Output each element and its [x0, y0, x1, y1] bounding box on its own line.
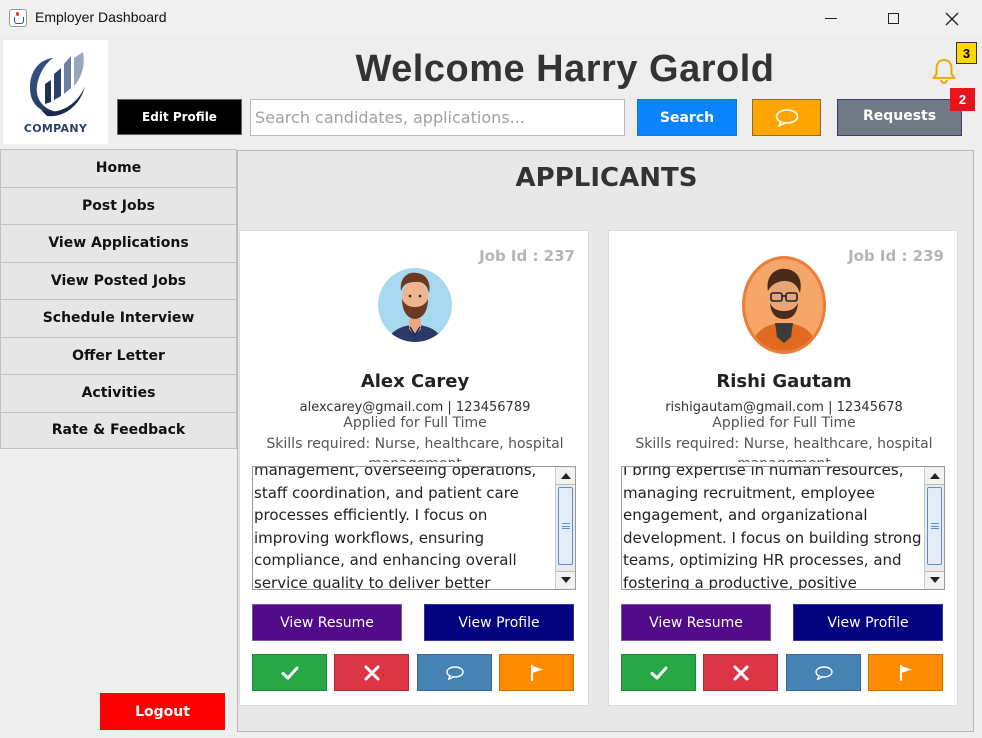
chevron-up-icon — [560, 473, 571, 479]
check-icon — [650, 666, 667, 679]
job-id-label: Job Id : 239 — [848, 247, 944, 265]
sidebar-nav: Home Post Jobs View Applications View Po… — [0, 149, 237, 449]
maximize-icon — [887, 13, 899, 24]
sidebar-item-view-applications[interactable]: View Applications — [0, 224, 237, 262]
flag-button[interactable] — [499, 654, 574, 691]
candidate-contact: alexcarey@gmail.com | 123456789 — [299, 400, 531, 415]
bio-scrollbar[interactable] — [555, 467, 575, 589]
sidebar-item-home[interactable]: Home — [0, 149, 237, 187]
chevron-down-icon — [929, 577, 940, 583]
logo-graphic-icon — [29, 52, 85, 117]
maximize-button[interactable] — [870, 0, 916, 37]
close-icon — [945, 12, 959, 25]
logo-text: COMPANY — [23, 122, 88, 135]
sidebar-item-offer-letter[interactable]: Offer Letter — [0, 336, 237, 374]
candidate-bio: management, overseeing operations, staff… — [254, 466, 537, 590]
bio-scrollbar[interactable] — [924, 467, 944, 589]
search-button[interactable]: Search — [637, 99, 737, 136]
java-cup-icon — [9, 9, 27, 27]
window-titlebar: Employer Dashboard — [0, 0, 982, 37]
flag-icon — [899, 664, 912, 681]
view-profile-button[interactable]: View Profile — [424, 604, 574, 641]
avatar — [378, 268, 452, 342]
logout-button[interactable]: Logout — [100, 693, 225, 730]
accept-button[interactable] — [621, 654, 696, 691]
minimize-icon — [825, 18, 837, 19]
grip-icon — [930, 523, 939, 529]
search-input[interactable] — [250, 99, 625, 136]
requests-count-badge: 2 — [950, 88, 975, 111]
scroll-up-button[interactable] — [556, 468, 575, 485]
sidebar-item-post-jobs[interactable]: Post Jobs — [0, 186, 237, 224]
accept-button[interactable] — [252, 654, 327, 691]
candidate-name: Alex Carey — [360, 371, 470, 392]
applicant-card: Job Id : 239 Rishi Gautam rishigautam@gm… — [608, 230, 958, 706]
candidate-name: Rishi Gautam — [716, 371, 852, 392]
candidate-bio-textarea[interactable]: management, overseeing operations, staff… — [252, 466, 576, 590]
grip-icon — [561, 523, 570, 529]
chevron-down-icon — [560, 577, 571, 583]
scroll-down-button[interactable] — [925, 571, 944, 588]
edit-profile-button[interactable]: Edit Profile — [117, 99, 242, 135]
minimize-button[interactable] — [808, 0, 854, 37]
welcome-heading: Welcome Harry Garold — [355, 48, 775, 90]
sidebar-item-rate-feedback[interactable]: Rate & Feedback — [0, 411, 237, 449]
view-profile-button[interactable]: View Profile — [793, 604, 943, 641]
check-icon — [281, 666, 298, 679]
message-button[interactable] — [417, 654, 492, 691]
chat-bubble-icon — [775, 108, 798, 127]
reject-button[interactable] — [334, 654, 409, 691]
applicant-card: Job Id : 237 Alex Carey alexcarey@gmail.… — [239, 230, 589, 706]
candidate-applied-type: Applied for Full Time — [343, 415, 487, 431]
x-icon — [733, 665, 748, 680]
close-button[interactable] — [929, 0, 975, 37]
job-id-label: Job Id : 237 — [479, 247, 575, 265]
scroll-thumb[interactable] — [927, 487, 942, 565]
chevron-up-icon — [929, 473, 940, 479]
candidate-applied-type: Applied for Full Time — [712, 415, 856, 431]
candidate-bio: I bring expertise in human resources, ma… — [623, 466, 922, 590]
chat-bubble-icon — [445, 665, 464, 680]
applicants-panel: APPLICANTS Job Id : 237 Alex Carey alexc… — [237, 150, 974, 732]
flag-button[interactable] — [868, 654, 943, 691]
x-icon — [364, 665, 379, 680]
notification-count-badge: 3 — [956, 42, 977, 64]
reject-button[interactable] — [703, 654, 778, 691]
message-button[interactable] — [786, 654, 861, 691]
company-logo: COMPANY — [3, 40, 108, 144]
page-title: APPLICANTS — [515, 163, 698, 193]
sidebar-item-schedule-interview[interactable]: Schedule Interview — [0, 299, 237, 337]
chat-button[interactable] — [752, 99, 821, 136]
sidebar-item-view-posted-jobs[interactable]: View Posted Jobs — [0, 261, 237, 299]
candidate-contact: rishigautam@gmail.com | 12345678 — [665, 400, 903, 415]
scroll-down-button[interactable] — [556, 571, 575, 588]
scroll-up-button[interactable] — [925, 468, 944, 485]
view-resume-button[interactable]: View Resume — [621, 604, 771, 641]
notification-bell-icon[interactable] — [930, 57, 958, 89]
sidebar-item-activities[interactable]: Activities — [0, 374, 237, 412]
scroll-thumb[interactable] — [558, 487, 573, 565]
candidate-skills: Skills required: Nurse, healthcare, hosp… — [266, 436, 564, 462]
candidate-bio-textarea[interactable]: I bring expertise in human resources, ma… — [621, 466, 945, 590]
chat-bubble-icon — [814, 665, 833, 680]
flag-icon — [530, 664, 543, 681]
candidate-skills: Skills required: Nurse, healthcare, hosp… — [635, 436, 933, 462]
window-title: Employer Dashboard — [35, 9, 167, 25]
avatar — [742, 256, 826, 354]
requests-button[interactable]: Requests — [837, 99, 962, 136]
view-resume-button[interactable]: View Resume — [252, 604, 402, 641]
